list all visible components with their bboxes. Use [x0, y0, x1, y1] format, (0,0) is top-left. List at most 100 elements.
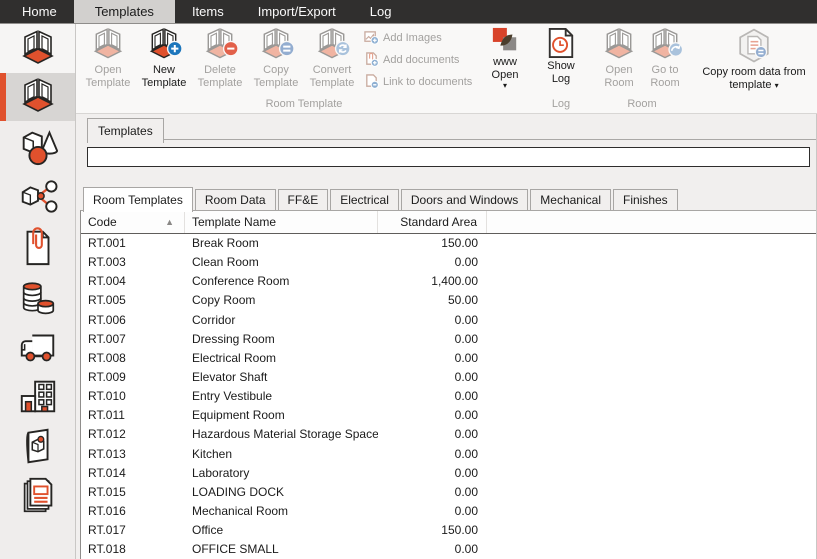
cell-name: Laboratory — [185, 464, 378, 483]
button-label: Add Images — [383, 32, 442, 44]
sidebar-item-logistics[interactable] — [0, 321, 75, 371]
sidebar-item-share[interactable] — [0, 171, 75, 221]
cell-name: Elevator Shaft — [185, 368, 378, 387]
cell-area: 0.00 — [378, 349, 487, 368]
tabstrip-divider — [147, 139, 816, 140]
cell-area: 0.00 — [378, 425, 487, 444]
room-icon — [18, 29, 58, 69]
copy-room-data-button[interactable]: Copy room data from template ▾ — [696, 24, 812, 98]
cell-code: RT.001 — [81, 234, 185, 253]
table-row[interactable]: RT.015LOADING DOCK0.00 — [81, 483, 816, 502]
cell-name: Clean Room — [185, 253, 378, 272]
button-label: www — [493, 56, 517, 69]
cell-code: RT.013 — [81, 445, 185, 464]
sidebar-item-buildings[interactable] — [0, 371, 75, 421]
table-row[interactable]: RT.008Electrical Room0.00 — [81, 349, 816, 368]
menu-tab-import-export[interactable]: Import/Export — [241, 0, 353, 23]
truck-icon — [17, 325, 59, 367]
table-row[interactable]: RT.009Elevator Shaft0.00 — [81, 368, 816, 387]
cell-name: Office — [185, 521, 378, 540]
cell-name: Corridor — [185, 311, 378, 330]
column-header-code[interactable]: Code ▲ — [81, 211, 185, 233]
menu-tab-log[interactable]: Log — [353, 0, 409, 23]
button-label: Open Template — [80, 64, 136, 90]
table-row[interactable]: RT.003Clean Room0.00 — [81, 253, 816, 272]
table-row[interactable]: RT.013Kitchen0.00 — [81, 445, 816, 464]
cell-name: Break Room — [185, 234, 378, 253]
show-log-button[interactable]: Show Log — [538, 24, 584, 98]
cell-code: RT.017 — [81, 521, 185, 540]
sidebar-item-costs[interactable] — [0, 271, 75, 321]
column-header-template-name[interactable]: Template Name — [185, 211, 378, 233]
sidebar-item-attachments[interactable] — [0, 221, 75, 271]
room-convert-icon — [314, 27, 350, 63]
www-icon — [491, 27, 519, 55]
open-room-button[interactable]: Open Room — [596, 24, 642, 98]
tab-ffe[interactable]: FF&E — [278, 189, 329, 211]
room-copy-icon — [258, 27, 294, 63]
cell-name: Hazardous Material Storage Space — [185, 425, 378, 444]
button-label: Add documents — [383, 54, 459, 66]
table-body: RT.001Break Room150.00RT.003Clean Room0.… — [81, 234, 816, 559]
room-icon — [18, 77, 58, 117]
link-to-documents-button[interactable]: Link to documents — [364, 74, 478, 89]
coin-stacks-icon — [17, 275, 59, 317]
room-goto-icon — [647, 27, 683, 63]
table-row[interactable]: RT.012Hazardous Material Storage Space0.… — [81, 425, 816, 444]
menu-tab-templates[interactable]: Templates — [74, 0, 175, 23]
copy-template-button[interactable]: Copy Template — [248, 24, 304, 98]
table-row[interactable]: RT.014Laboratory0.00 — [81, 464, 816, 483]
building-icon — [17, 375, 59, 417]
dropdown-arrow-icon: ▾ — [775, 81, 779, 90]
tab-electrical[interactable]: Electrical — [330, 189, 399, 211]
cell-area: 0.00 — [378, 368, 487, 387]
sidebar-item-room-templates-active[interactable] — [0, 73, 75, 121]
table-row[interactable]: RT.007Dressing Room0.00 — [81, 330, 816, 349]
add-documents-button[interactable]: Add documents — [364, 52, 478, 67]
new-template-button[interactable]: New Template — [136, 24, 192, 98]
ribbon-group-label — [694, 98, 814, 113]
button-label: Open Room — [596, 64, 642, 90]
table-row[interactable]: RT.017Office150.00 — [81, 521, 816, 540]
table-row[interactable]: RT.004Conference Room1,400.00 — [81, 272, 816, 291]
cell-area: 0.00 — [378, 483, 487, 502]
tab-mechanical[interactable]: Mechanical — [530, 189, 611, 211]
table-row[interactable]: RT.016Mechanical Room0.00 — [81, 502, 816, 521]
open-template-button[interactable]: Open Template — [80, 24, 136, 98]
cell-code: RT.006 — [81, 311, 185, 330]
sidebar-item-room-templates[interactable] — [0, 24, 75, 73]
sidebar-item-shapes[interactable] — [0, 121, 75, 171]
table-row[interactable]: RT.011Equipment Room0.00 — [81, 406, 816, 425]
table-row[interactable]: RT.018OFFICE SMALL0.00 — [81, 540, 816, 559]
cell-name: OFFICE SMALL — [185, 540, 378, 559]
tab-finishes[interactable]: Finishes — [613, 189, 678, 211]
table-row[interactable]: RT.010Entry Vestibule0.00 — [81, 387, 816, 406]
table-row[interactable]: RT.001Break Room150.00 — [81, 234, 816, 253]
button-label: Copy Template — [248, 64, 304, 90]
room-plus-icon — [146, 27, 182, 63]
go-to-room-button[interactable]: Go to Room — [642, 24, 688, 98]
cell-name: LOADING DOCK — [185, 483, 378, 502]
add-images-button[interactable]: Add Images — [364, 30, 478, 45]
convert-template-button[interactable]: Convert Template — [304, 24, 360, 98]
active-indicator — [0, 73, 6, 121]
tab-doors-and-windows[interactable]: Doors and Windows — [401, 189, 528, 211]
ribbon-group-label: Room Template — [80, 98, 528, 113]
sidebar-item-reports[interactable] — [0, 471, 75, 521]
menu-tab-home[interactable]: Home — [5, 0, 74, 23]
delete-template-button[interactable]: Delete Template — [192, 24, 248, 98]
tab-room-templates[interactable]: Room Templates — [83, 187, 193, 212]
cell-code: RT.009 — [81, 368, 185, 387]
document-tab-templates[interactable]: Templates — [87, 118, 164, 143]
table-row[interactable]: RT.006Corridor0.00 — [81, 311, 816, 330]
add-document-icon — [364, 52, 379, 67]
cell-code: RT.014 — [81, 464, 185, 483]
cell-name: Copy Room — [185, 291, 378, 310]
menu-tab-items[interactable]: Items — [175, 0, 241, 23]
filter-input[interactable] — [87, 147, 810, 167]
sidebar-item-catalog[interactable] — [0, 421, 75, 471]
tab-room-data[interactable]: Room Data — [195, 189, 276, 211]
column-header-standard-area[interactable]: Standard Area — [378, 211, 487, 233]
www-open-button[interactable]: www Open ▾ — [482, 24, 528, 98]
table-row[interactable]: RT.005Copy Room50.00 — [81, 291, 816, 310]
